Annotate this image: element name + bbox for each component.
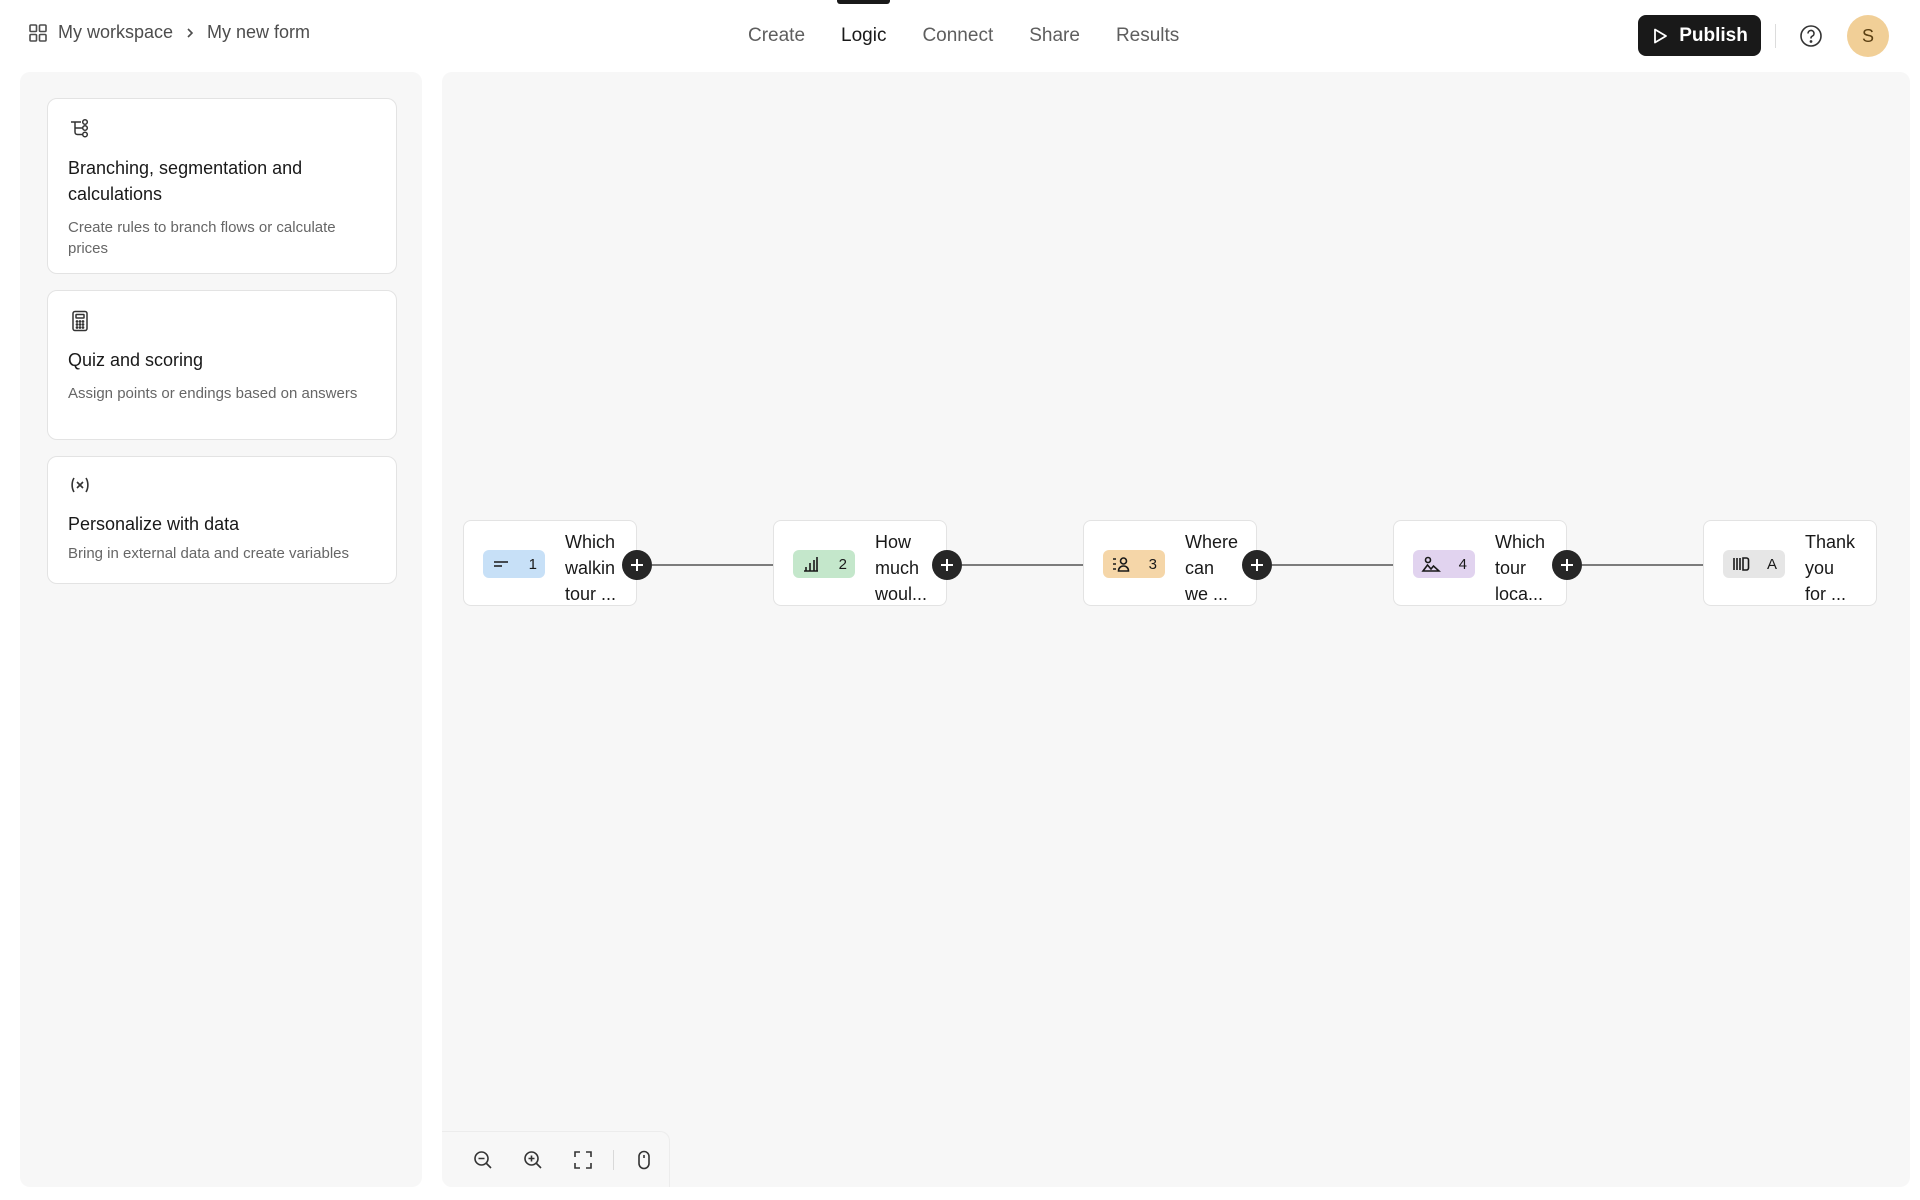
- zoom-out-icon: [474, 1150, 492, 1169]
- breadcrumb-workspace-link[interactable]: My workspace: [58, 22, 173, 43]
- short-text-icon: [494, 561, 508, 567]
- branching-card[interactable]: Branching, segmentation and calculations…: [47, 98, 397, 274]
- mouse-mode-button[interactable]: [619, 1140, 669, 1180]
- branch-icon: [71, 118, 89, 138]
- ending-title: Thank you for ...: [1805, 532, 1856, 604]
- plus-icon: [631, 559, 643, 571]
- question-badge: 1: [483, 550, 545, 578]
- fit-to-screen-button[interactable]: [558, 1140, 608, 1180]
- question-node-1[interactable]: 1 Which walkin tour ...: [463, 520, 637, 606]
- header-divider: [1775, 24, 1776, 48]
- card-description: Bring in external data and create variab…: [68, 545, 350, 562]
- question-title: How much woul...: [875, 532, 928, 604]
- arrow-connector: [962, 564, 1086, 566]
- tab-create[interactable]: Create: [730, 0, 823, 72]
- zoom-controls: [442, 1131, 670, 1187]
- breadcrumb: My workspace My new form: [28, 22, 310, 43]
- tab-connect[interactable]: Connect: [904, 0, 1011, 72]
- plus-icon: [941, 559, 953, 571]
- question-title: Which tour loca...: [1495, 532, 1546, 604]
- personalize-data-card[interactable]: Personalize with data Bring in external …: [47, 456, 397, 584]
- question-title: Where can we ...: [1185, 532, 1239, 604]
- chevron-right-icon: [187, 27, 194, 38]
- variable-icon: [71, 477, 89, 493]
- logic-map-canvas[interactable]: 1 Which walkin tour ... 2 How much woul.…: [442, 72, 1910, 1187]
- play-icon: [1654, 28, 1668, 43]
- tab-results[interactable]: Results: [1098, 0, 1197, 72]
- publish-button[interactable]: Publish: [1638, 15, 1761, 56]
- tab-share[interactable]: Share: [1011, 0, 1098, 72]
- question-node-4[interactable]: 4 Which tour loca...: [1393, 520, 1567, 606]
- question-badge: 2: [793, 550, 855, 578]
- user-avatar[interactable]: S: [1847, 15, 1889, 57]
- arrow-connector: [652, 564, 776, 566]
- question-node-2[interactable]: 2 How much woul...: [773, 520, 947, 606]
- zoom-divider: [613, 1149, 614, 1170]
- breadcrumb-form-name[interactable]: My new form: [207, 22, 310, 43]
- contact-icon: [1113, 557, 1130, 572]
- card-description: Assign points or endings based on answer…: [68, 385, 358, 402]
- bar-chart-icon: [804, 557, 818, 572]
- card-title: Personalize with data: [68, 514, 240, 534]
- help-icon[interactable]: [1798, 23, 1824, 49]
- arrow-connector: [1272, 564, 1396, 566]
- card-title: Quiz and scoring: [68, 350, 204, 370]
- question-badge: 4: [1413, 550, 1475, 578]
- add-branch-button[interactable]: [932, 550, 962, 580]
- ending-icon: [1733, 557, 1750, 571]
- zoom-out-button[interactable]: [458, 1140, 508, 1180]
- workspace-grid-icon[interactable]: [28, 23, 48, 43]
- card-title: Branching, segmentation and calculations: [68, 158, 303, 204]
- mouse-icon: [638, 1150, 650, 1169]
- add-branch-button[interactable]: [1242, 550, 1272, 580]
- card-description: Create rules to branch flows or calculat…: [68, 219, 336, 257]
- calculator-icon: [72, 310, 88, 332]
- plus-icon: [1251, 559, 1263, 571]
- fullscreen-icon: [574, 1150, 592, 1169]
- main-tabs: Create Logic Connect Share Results: [730, 0, 1197, 72]
- ending-node[interactable]: A Thank you for ...: [1703, 520, 1877, 606]
- zoom-in-icon: [524, 1150, 542, 1169]
- picture-choice-icon: [1421, 556, 1441, 572]
- tab-logic[interactable]: Logic: [823, 0, 904, 72]
- quiz-scoring-card[interactable]: Quiz and scoring Assign points or ending…: [47, 290, 397, 440]
- question-node-3[interactable]: 3 Where can we ...: [1083, 520, 1257, 606]
- plus-icon: [1561, 559, 1573, 571]
- logic-options-panel: Branching, segmentation and calculations…: [20, 72, 422, 1187]
- question-title: Which walkin tour ...: [565, 532, 617, 604]
- ending-badge: A: [1723, 550, 1785, 578]
- top-bar: My workspace My new form Create Logic Co…: [0, 0, 1920, 72]
- arrow-connector: [1582, 564, 1706, 566]
- add-branch-button[interactable]: [1552, 550, 1582, 580]
- add-branch-button[interactable]: [622, 550, 652, 580]
- zoom-in-button[interactable]: [508, 1140, 558, 1180]
- question-badge: 3: [1103, 550, 1165, 578]
